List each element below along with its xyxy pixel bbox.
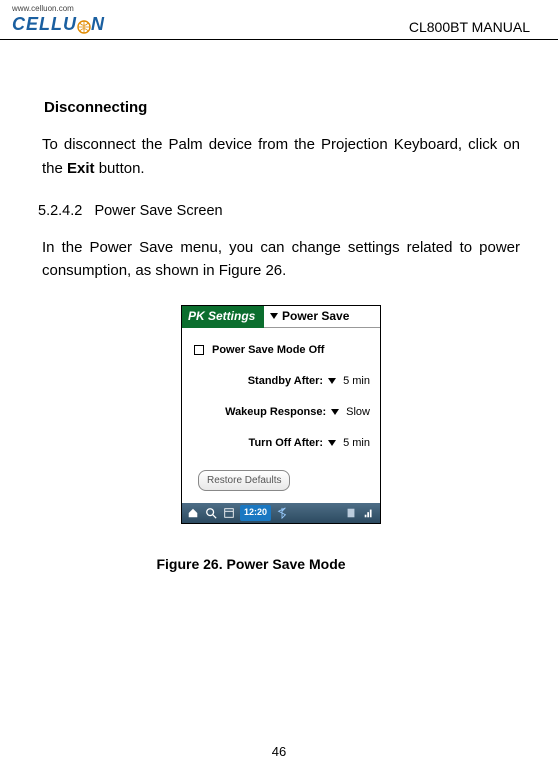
- wakeup-row: Wakeup Response: Slow: [196, 404, 370, 421]
- figure-caption: Figure 26. Power Save Mode: [42, 554, 520, 576]
- paragraph-disconnect: To disconnect the Palm device from the P…: [42, 133, 520, 180]
- turnoff-row: Turn Off After: 5 min: [196, 435, 370, 452]
- device-header-title: PK Settings: [182, 306, 264, 328]
- logo-text: CELLU N: [12, 14, 105, 35]
- logo-url: www.celluon.com: [12, 4, 105, 13]
- device-header: PK Settings Power Save: [182, 306, 380, 328]
- device-statusbar: 12:20: [182, 503, 380, 523]
- dropdown-value: Power Save: [282, 307, 349, 326]
- chevron-down-icon[interactable]: [328, 440, 336, 446]
- signal-icon[interactable]: [362, 506, 376, 520]
- clock-badge[interactable]: 12:20: [240, 505, 271, 521]
- home-icon[interactable]: [186, 506, 200, 520]
- chevron-down-icon[interactable]: [331, 409, 339, 415]
- menu-icon[interactable]: [222, 506, 236, 520]
- page-body: Disconnecting To disconnect the Palm dev…: [0, 40, 558, 575]
- standby-value[interactable]: 5 min: [343, 373, 370, 390]
- brand-logo: www.celluon.com CELLU N: [12, 4, 105, 35]
- search-icon[interactable]: [204, 506, 218, 520]
- heading-section: 5.2.4.2 Power Save Screen: [38, 200, 520, 222]
- wakeup-value[interactable]: Slow: [346, 404, 370, 421]
- exit-bold: Exit: [67, 160, 95, 177]
- page-number: 46: [0, 744, 558, 759]
- paragraph-power: In the Power Save menu, you can change s…: [42, 236, 520, 283]
- restore-defaults-button[interactable]: Restore Defaults: [198, 470, 290, 492]
- standby-label: Standby After:: [248, 373, 323, 390]
- chevron-down-icon[interactable]: [328, 378, 336, 384]
- chevron-down-icon: [270, 313, 278, 319]
- power-save-mode-row[interactable]: Power Save Mode Off: [194, 342, 372, 359]
- section-title: Power Save Screen: [94, 203, 222, 219]
- section-number: 5.2.4.2: [38, 203, 82, 219]
- power-save-mode-label: Power Save Mode Off: [212, 342, 324, 359]
- turnoff-label: Turn Off After:: [249, 435, 324, 452]
- logo-globe-icon: [77, 18, 91, 32]
- text: button.: [95, 160, 145, 177]
- device-body: Power Save Mode Off Standby After: 5 min…: [182, 328, 380, 504]
- device-header-dropdown[interactable]: Power Save: [264, 306, 380, 328]
- wakeup-label: Wakeup Response:: [225, 404, 326, 421]
- page-header: www.celluon.com CELLU N CL800BT MANUAL: [0, 0, 558, 40]
- bluetooth-icon[interactable]: [275, 506, 289, 520]
- figure-wrap: PK Settings Power Save Power Save Mode O…: [42, 305, 520, 576]
- checkbox-icon[interactable]: [194, 345, 204, 355]
- heading-disconnecting: Disconnecting: [42, 96, 520, 119]
- turnoff-value[interactable]: 5 min: [343, 435, 370, 452]
- device-screenshot: PK Settings Power Save Power Save Mode O…: [181, 305, 381, 525]
- card-icon[interactable]: [344, 506, 358, 520]
- standby-row: Standby After: 5 min: [196, 373, 370, 390]
- doc-title: CL800BT MANUAL: [409, 19, 530, 35]
